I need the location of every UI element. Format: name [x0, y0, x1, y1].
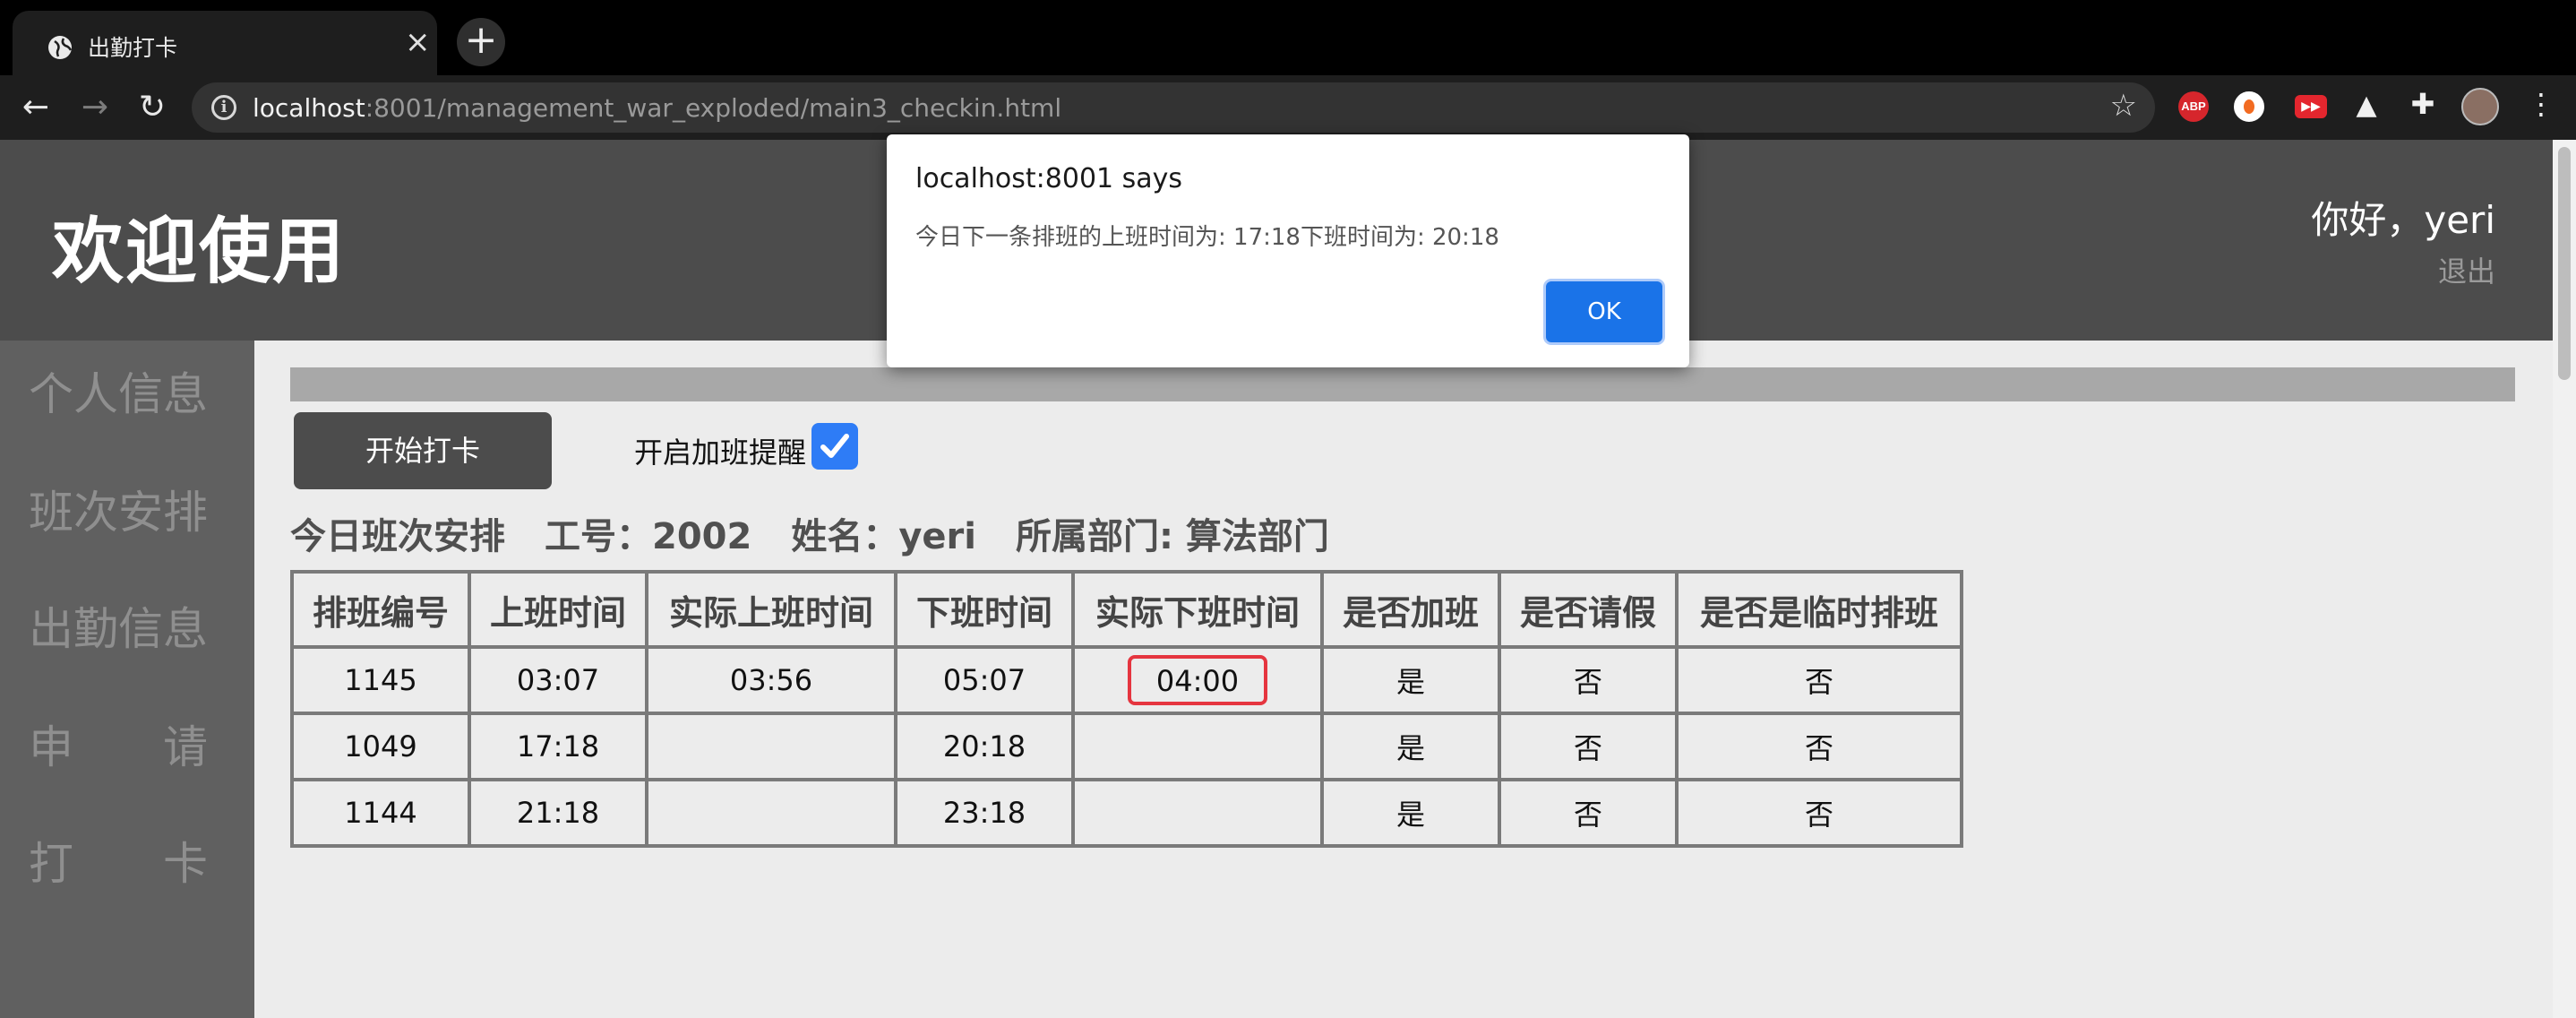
triangle-extension-icon[interactable]: ▲ — [2350, 90, 2383, 122]
dialog-title: localhost:8001 says — [915, 163, 1183, 194]
overtime-reminder-label: 开启加班提醒 — [634, 436, 807, 470]
sidebar-item-char: 请 — [163, 721, 208, 773]
page-scrollbar[interactable] — [2553, 140, 2576, 1018]
column-header: 是否请假 — [1498, 570, 1679, 649]
table-cell: 1144 — [290, 778, 471, 848]
start-checkin-button[interactable]: 开始打卡 — [294, 412, 552, 489]
site-info-icon[interactable]: i — [211, 95, 236, 120]
browser-tab[interactable]: 出勤打卡 × — [13, 11, 437, 75]
today-schedule-info: 今日班次安排 工号：2002 姓名：yeri 所属部门: 算法部门 — [290, 507, 1369, 559]
forward-icon[interactable]: → — [73, 86, 116, 129]
table-cell: 否 — [1675, 645, 1963, 715]
extension-orange-icon[interactable] — [2234, 91, 2264, 122]
column-header: 是否加班 — [1320, 570, 1501, 649]
table-cell: 是 — [1320, 645, 1501, 715]
scrollbar-thumb[interactable] — [2558, 147, 2571, 380]
sidebar-item-profile[interactable]: 个人信息 — [29, 358, 208, 423]
table-row: 1145 03:07 03:56 05:07 04:00 是 否 否 — [290, 645, 1963, 715]
url-text[interactable]: localhost:8001/management_war_exploded/m… — [253, 93, 1061, 123]
welcome-title: 欢迎使用 — [52, 210, 346, 293]
new-tab-button[interactable]: + — [457, 18, 505, 66]
table-row: 1144 21:18 23:18 是 否 否 — [290, 778, 1963, 848]
table-cell — [645, 778, 897, 848]
url-path: :8001/management_war_exploded/main3_chec… — [365, 93, 1062, 123]
table-cell: 21:18 — [468, 778, 648, 848]
profile-avatar[interactable] — [2461, 88, 2499, 125]
back-icon[interactable]: ← — [14, 86, 57, 129]
sidebar-item-char: 打 — [29, 838, 73, 890]
dialog-ok-button[interactable]: OK — [1546, 281, 1662, 342]
bookmark-star-icon[interactable]: ☆ — [2110, 88, 2137, 124]
table-cell — [1071, 712, 1324, 781]
table-header-row: 排班编号 上班时间 实际上班时间 下班时间 实际下班时间 是否加班 是否请假 是… — [290, 570, 1963, 649]
sidebar-item-char: 卡 — [163, 838, 208, 890]
table-cell: 1049 — [290, 712, 471, 781]
column-header: 是否是临时排班 — [1675, 570, 1963, 649]
logout-link[interactable]: 退出 — [2438, 249, 2495, 290]
dialog-message: 今日下一条排班的上班时间为: 17:18下班时间为: 20:18 — [915, 224, 1499, 251]
column-header: 实际下班时间 — [1071, 570, 1324, 649]
browser-menu-icon[interactable]: ⋮ — [2526, 88, 2556, 120]
table-cell: 否 — [1675, 778, 1963, 848]
sidebar-item-attendance[interactable]: 出勤信息 — [29, 593, 208, 658]
main-content: 开始打卡 开启加班提醒 今日班次安排 工号：2002 姓名：yeri 所属部门: 算法… — [254, 341, 2553, 1018]
column-header: 排班编号 — [290, 570, 471, 649]
sidebar-item-schedule[interactable]: 班次安排 — [29, 477, 208, 541]
table-cell: 1145 — [290, 645, 471, 715]
overtime-reminder-checkbox[interactable] — [811, 423, 858, 470]
employee-name: 姓名：yeri — [791, 516, 976, 557]
table-cell: 05:07 — [894, 645, 1075, 715]
column-header: 上班时间 — [468, 570, 648, 649]
checkmark-icon — [820, 434, 849, 458]
employee-id: 工号：2002 — [545, 516, 752, 557]
url-host: localhost — [253, 93, 365, 123]
close-tab-icon[interactable]: × — [405, 27, 431, 57]
table-cell — [645, 712, 897, 781]
table-cell: 是 — [1320, 712, 1501, 781]
youtube-extension-icon[interactable]: ▶▶ — [2295, 95, 2327, 118]
browser-toolbar: ← → ↻ i localhost:8001/management_war_ex… — [0, 75, 2576, 140]
sidebar-item-apply[interactable]: 申请 — [29, 712, 208, 776]
table-cell: 20:18 — [894, 712, 1075, 781]
employee-department: 所属部门: 算法部门 — [1015, 516, 1329, 557]
table-cell: 否 — [1498, 645, 1679, 715]
tab-title: 出勤打卡 — [88, 35, 178, 61]
table-cell: 否 — [1675, 712, 1963, 781]
table-cell: 03:56 — [645, 645, 897, 715]
sidebar-item-checkin[interactable]: 打卡 — [29, 828, 208, 893]
user-greeting: 你好，yeri — [2311, 198, 2495, 242]
reload-icon[interactable]: ↻ — [131, 86, 174, 129]
table-cell: 否 — [1498, 712, 1679, 781]
column-header: 下班时间 — [894, 570, 1075, 649]
table-cell: 04:00 — [1071, 645, 1324, 715]
sidebar-item-char: 申 — [29, 721, 73, 773]
progress-bar — [290, 367, 2515, 401]
schedule-title: 今日班次安排 — [290, 516, 505, 557]
alert-dialog: localhost:8001 says 今日下一条排班的上班时间为: 17:18… — [887, 134, 1689, 367]
sidebar: 个人信息 班次安排 出勤信息 申请 打卡 — [0, 341, 254, 1018]
schedule-table: 排班编号 上班时间 实际上班时间 下班时间 实际下班时间 是否加班 是否请假 是… — [290, 570, 1963, 848]
address-bar[interactable]: i localhost:8001/management_war_exploded… — [192, 82, 2155, 133]
globe-icon — [48, 36, 73, 59]
table-cell: 否 — [1498, 778, 1679, 848]
highlighted-checkout-time: 04:00 — [1128, 655, 1267, 705]
table-row: 1049 17:18 20:18 是 否 否 — [290, 712, 1963, 781]
table-cell: 03:07 — [468, 645, 648, 715]
column-header: 实际上班时间 — [645, 570, 897, 649]
table-cell: 是 — [1320, 778, 1501, 848]
extensions-puzzle-icon[interactable]: ✚ — [2408, 88, 2438, 120]
table-cell: 17:18 — [468, 712, 648, 781]
table-cell: 23:18 — [894, 778, 1075, 848]
table-cell — [1071, 778, 1324, 848]
tab-strip: 出勤打卡 × + — [0, 0, 2576, 75]
adblock-extension-icon[interactable]: ABP — [2178, 91, 2209, 122]
